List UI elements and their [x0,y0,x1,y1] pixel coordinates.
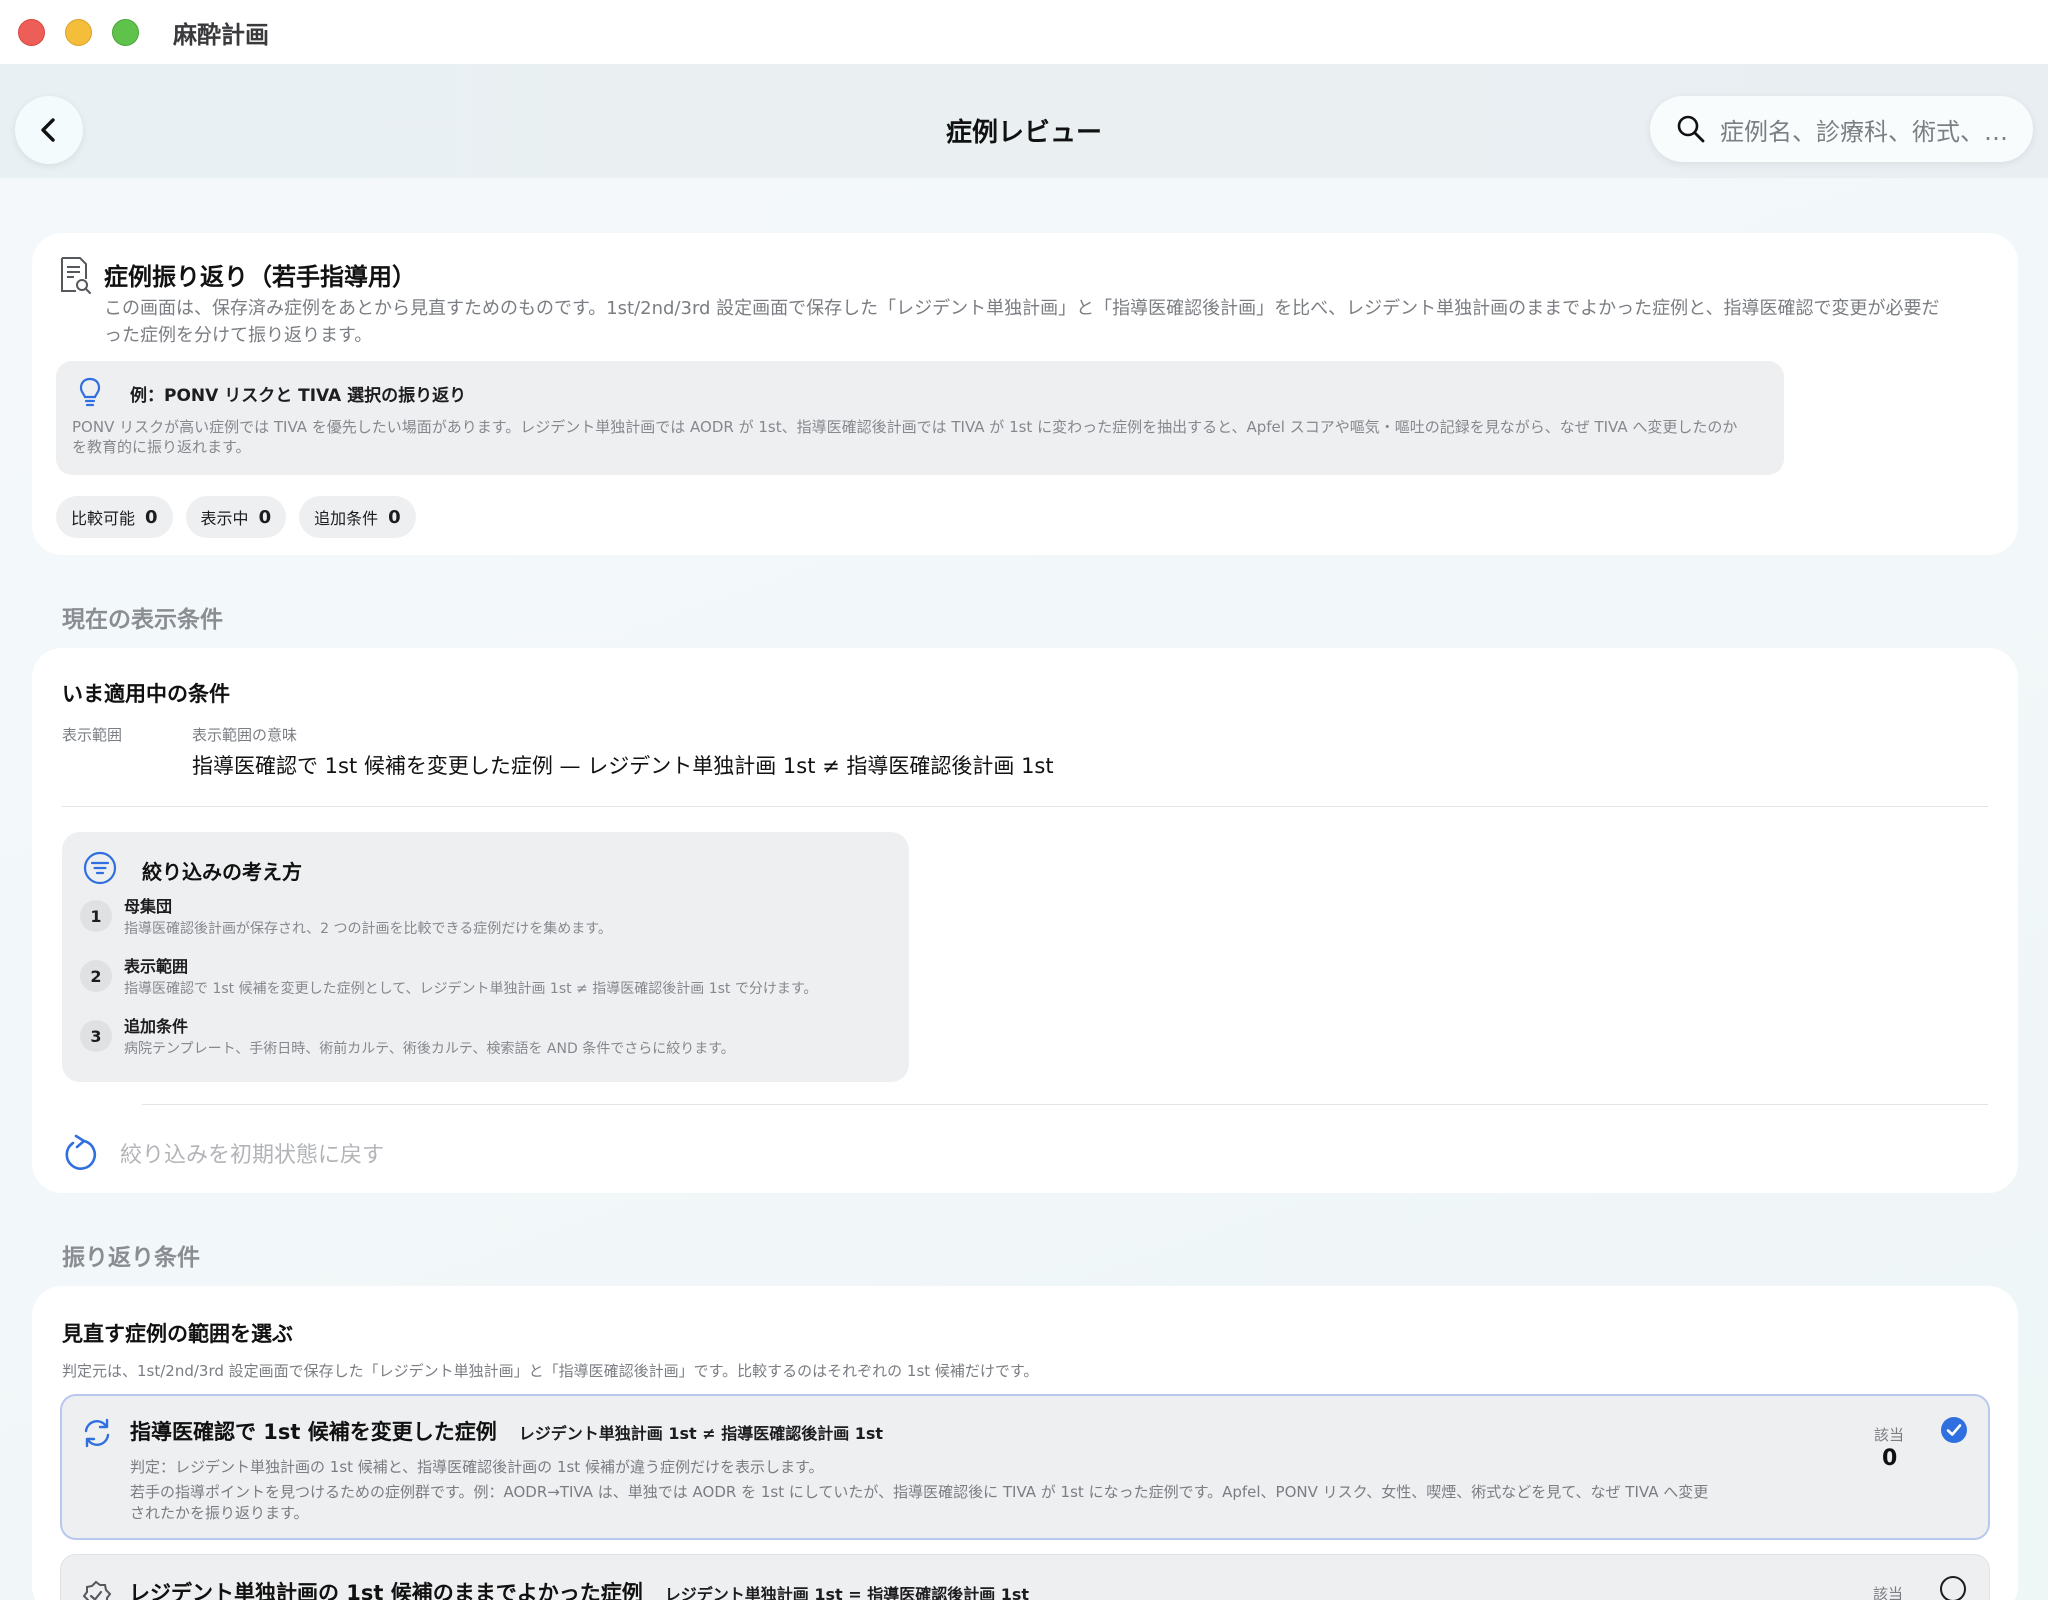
divider [62,806,1988,807]
example-title: 例：PONV リスクと TIVA 選択の振り返り [130,386,467,406]
section-label-current: 現在の表示条件 [62,607,223,633]
option-subtitle: レジデント単独計画 1st ≠ 指導医確認後計画 1st [518,1424,884,1443]
current-conditions-title: いま適用中の条件 [62,682,230,706]
window-controls [18,18,139,46]
chip-showing: 表示中 0 [185,496,287,538]
navigation-bar: 症例レビュー 症例名、診療科、術式、… [0,64,2048,178]
search-icon [1677,115,1705,143]
option-judge: 判定：レジデント単独計画の 1st 候補と、指導医確認後計画の 1st 候補が違… [130,1458,824,1476]
intro-description: この画面は、保存済み症例をあとから見直すためのものです。1st/2nd/3rd … [104,298,1940,346]
option-count: 0 [1882,1446,1898,1471]
checkmark-circle-icon[interactable] [1940,1416,1968,1444]
filter-title: 絞り込みの考え方 [142,860,302,884]
chip-extra-conditions: 追加条件 0 [299,496,416,538]
filter-icon [83,851,117,885]
main-content: 症例振り返り（若手指導用） この画面は、保存済み症例をあとから見直すためのもので… [0,178,2048,1600]
filter-step: 3 追加条件 病院テンプレート、手術日時、術前カルテ、術後カルテ、検索語を AN… [80,1016,735,1060]
reset-filters-label: 絞り込みを初期状態に戻す [120,1143,385,1168]
filter-explanation-box: 絞り込みの考え方 1 母集団 指導医確認後計画が保存され、2 つの計画を比較でき… [62,832,909,1082]
search-field[interactable]: 症例名、診療科、術式、… [1650,96,2033,162]
option-count-label: 該当 [1873,1585,1904,1600]
step-number: 3 [80,1020,112,1052]
intro-card: 症例振り返り（若手指導用） この画面は、保存済み症例をあとから見直すためのもので… [32,233,2018,555]
option-note: 若手の指導ポイントを見つけるための症例群です。例：AODR→TIVA は、単独で… [130,1483,1709,1522]
intro-title: 症例振り返り（若手指導用） [104,263,416,291]
step-number: 1 [80,900,112,932]
example-description: PONV リスクが高い症例では TIVA を優先したい場面があります。レジデント… [72,418,1738,456]
option-subtitle: レジデント単独計画 1st = 指導医確認後計画 1st [664,1585,1030,1600]
option-kept-resident-plan[interactable]: レジデント単独計画の 1st 候補のままでよかった症例 レジデント単独計画 1s… [60,1554,1990,1600]
step-description: 指導医確認後計画が保存され、2 つの計画を比較できる症例だけを集めます。 [124,921,612,937]
document-search-icon [61,257,91,294]
step-description: 病院テンプレート、手術日時、術前カルテ、術後カルテ、検索語を AND 条件でさら… [124,1041,735,1057]
sync-arrows-icon [84,1418,110,1448]
chip-count: 0 [145,506,158,528]
lightbulb-icon [79,377,101,407]
range-meaning-label: 表示範囲の意味 [192,726,298,744]
option-count-label: 該当 [1874,1426,1905,1444]
step-title: 母集団 [124,897,173,916]
step-title: 表示範囲 [124,957,189,976]
reset-arrow-icon [65,1134,97,1170]
step-description: 指導医確認で 1st 候補を変更した症例として、レジデント単独計画 1st ≠ … [124,981,818,997]
current-conditions-card: いま適用中の条件 表示範囲 表示範囲の意味 指導医確認で 1st 候補を変更した… [32,648,2018,1193]
chip-count: 0 [388,506,401,528]
step-title: 追加条件 [124,1017,189,1036]
app-title: 麻酔計画 [173,20,269,49]
filter-step: 1 母集団 指導医確認後計画が保存され、2 つの計画を比較できる症例だけを集めま… [80,896,612,940]
divider [142,1104,1988,1105]
chip-count: 0 [258,506,272,528]
range-label: 表示範囲 [62,726,123,744]
search-input[interactable]: 症例名、診療科、術式、… [1720,112,2008,147]
filter-step: 2 表示範囲 指導医確認で 1st 候補を変更した症例として、レジデント単独計画… [80,956,817,1000]
seal-check-icon [82,1580,112,1600]
option-title: レジデント単独計画の 1st 候補のままでよかった症例 [129,1581,643,1600]
review-range-description: 判定元は、1st/2nd/3rd 設定画面で保存した「レジデント単独計画」と「指… [62,1362,1039,1380]
option-changed-by-supervisor[interactable]: 指導医確認で 1st 候補を変更した症例 レジデント単独計画 1st ≠ 指導医… [60,1394,1990,1540]
review-range-title: 見直す症例の範囲を選ぶ [62,1322,293,1346]
example-box: 例：PONV リスクと TIVA 選択の振り返り PONV リスクが高い症例では… [56,361,1784,475]
title-bar: 麻酔計画 [0,0,2048,64]
close-window-button[interactable] [18,18,45,46]
range-meaning-value: 指導医確認で 1st 候補を変更した症例 — レジデント単独計画 1st ≠ 指… [192,754,1054,778]
section-label-review: 振り返り条件 [62,1245,200,1271]
zoom-window-button[interactable] [112,18,139,46]
review-range-card: 見直す症例の範囲を選ぶ 判定元は、1st/2nd/3rd 設定画面で保存した「レ… [32,1286,2018,1600]
minimize-window-button[interactable] [65,18,92,46]
option-title: 指導医確認で 1st 候補を変更した症例 [130,1420,497,1444]
summary-chips: 比較可能 0 表示中 0 追加条件 0 [56,496,416,538]
chip-comparable: 比較可能 0 [56,496,173,538]
empty-circle-icon[interactable] [1939,1575,1967,1600]
step-number: 2 [80,960,112,992]
reset-filters-button[interactable]: 絞り込みを初期状態に戻す [62,1134,384,1172]
